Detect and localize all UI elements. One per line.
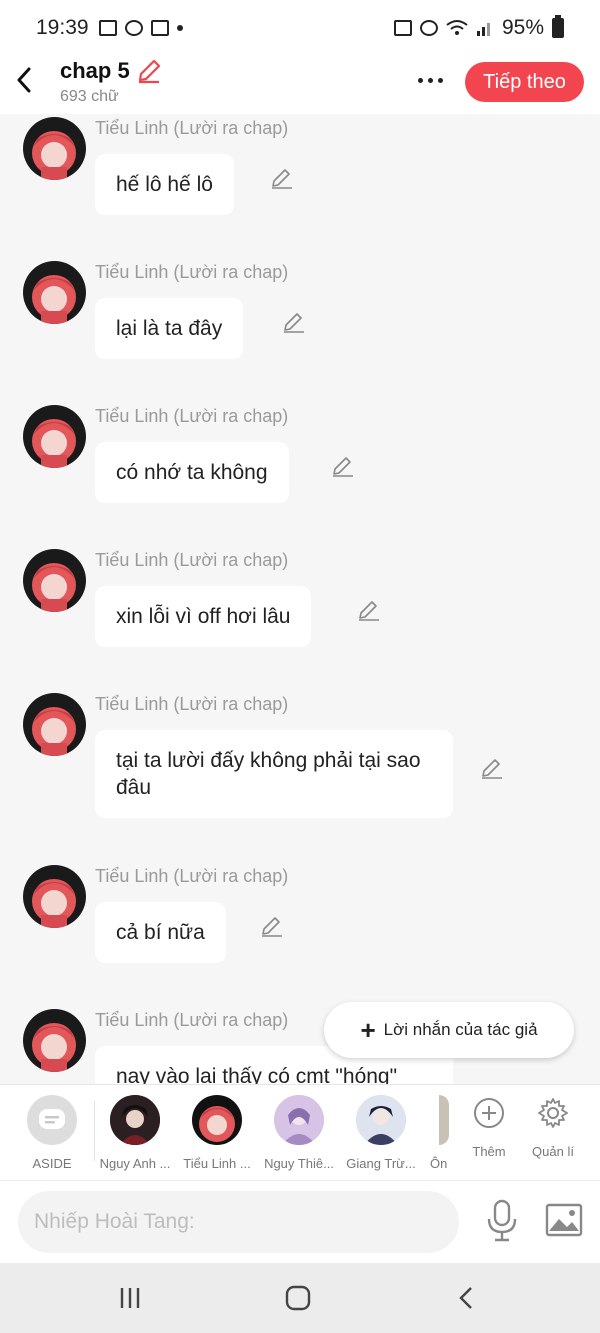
cell-signal-icon <box>476 23 490 36</box>
add-character-button[interactable]: Thêm <box>454 1097 524 1159</box>
character-nguy-thien[interactable]: Nguy Thiê... <box>259 1095 339 1171</box>
signal-app-icon <box>150 20 169 36</box>
avatar[interactable] <box>23 549 86 612</box>
avatar <box>110 1095 160 1145</box>
back-icon <box>17 67 31 93</box>
sender-name: Tiểu Linh (Lười ra chap) <box>95 1010 289 1030</box>
character-label: Nguy Anh ... <box>99 1156 171 1171</box>
author-note-button[interactable]: + Lời nhắn của tác giả <box>324 1002 574 1058</box>
message-bubble[interactable]: cả bí nữa <box>95 902 226 963</box>
status-notification-icons <box>98 20 183 36</box>
character-tieu-linh[interactable]: Tiểu Linh ... <box>177 1095 257 1171</box>
edit-icon[interactable] <box>260 914 284 938</box>
character-bar: ASIDE Nguy Anh ... Tiểu Linh ... Nguy Th… <box>0 1084 600 1180</box>
avatar[interactable] <box>23 261 86 324</box>
sender-name: Tiểu Linh (Lười ra chap) <box>95 406 289 426</box>
edit-icon[interactable] <box>282 310 306 334</box>
character-aside[interactable]: ASIDE <box>12 1095 92 1171</box>
alarm-icon <box>419 20 438 36</box>
input-bar: Nhiếp Hoài Tang: <box>0 1180 600 1263</box>
chapter-header: chap 5 693 chữ Tiếp theo <box>0 56 600 114</box>
word-count: 693 chữ <box>60 88 119 105</box>
message-bubble[interactable]: lại là ta đây <box>95 298 244 359</box>
manage-button[interactable]: Quản lí <box>518 1097 588 1159</box>
add-label: Thêm <box>472 1144 506 1159</box>
more-button[interactable] <box>410 66 450 94</box>
mic-icon[interactable] <box>484 1199 520 1243</box>
system-nav-bar <box>0 1263 600 1333</box>
author-note-label: Lời nhắn của tác giả <box>383 1020 538 1039</box>
gallery-icon <box>98 20 117 36</box>
avatar <box>192 1095 242 1145</box>
edit-icon[interactable] <box>480 756 504 780</box>
sender-name: Tiểu Linh (Lười ra chap) <box>95 866 289 886</box>
sender-name: Tiểu Linh (Lười ra chap) <box>95 118 289 138</box>
character-label: Ôn <box>430 1156 448 1171</box>
battery-saver-icon <box>393 20 412 36</box>
character-label: Giang Trừ... <box>346 1156 416 1171</box>
pencil-icon[interactable] <box>136 58 162 84</box>
avatar[interactable] <box>23 693 86 756</box>
gear-icon <box>538 1098 568 1128</box>
manage-label: Quản lí <box>532 1144 574 1159</box>
avatar[interactable] <box>23 1009 86 1072</box>
chat-area[interactable]: Tiểu Linh (Lười ra chap) hế lô hế lô Tiể… <box>0 114 600 1084</box>
add-circle-icon <box>474 1098 504 1128</box>
battery-percent: 95% <box>501 16 544 39</box>
image-icon[interactable] <box>545 1201 583 1239</box>
edit-icon[interactable] <box>331 454 355 478</box>
avatar <box>439 1095 449 1145</box>
more-icon <box>417 77 423 83</box>
dot-icon <box>176 25 183 31</box>
message-bubble[interactable]: hế lô hế lô <box>95 154 234 215</box>
wifi-icon <box>446 20 468 35</box>
character-giang-trung[interactable]: Giang Trừ... <box>341 1095 421 1171</box>
edit-icon[interactable] <box>357 598 381 622</box>
character-nguy-anh[interactable]: Nguy Anh ... <box>95 1095 175 1171</box>
character-label: Tiểu Linh ... <box>183 1156 251 1171</box>
avatar[interactable] <box>23 117 86 180</box>
message-bubble[interactable]: tại ta lười đấy không phải tại sao đâu <box>95 730 453 818</box>
plus-icon: + <box>360 1015 376 1045</box>
chapter-title[interactable]: chap 5 <box>60 58 162 84</box>
home-icon <box>285 1285 311 1311</box>
recent-apps-icon <box>120 1288 140 1308</box>
next-chapter-button[interactable]: Tiếp theo <box>465 62 584 102</box>
aside-icon <box>27 1095 77 1145</box>
message-bubble[interactable]: có nhớ ta không <box>95 442 289 503</box>
avatar <box>356 1095 406 1145</box>
system-back-icon <box>459 1287 472 1309</box>
sender-name: Tiểu Linh (Lười ra chap) <box>95 694 289 714</box>
sender-name: Tiểu Linh (Lười ra chap) <box>95 550 289 570</box>
recent-apps-button[interactable] <box>115 1283 145 1313</box>
message-bubble[interactable]: xin lỗi vì off hơi lâu <box>95 586 312 647</box>
status-right-icons: 95% <box>393 15 564 40</box>
character-label: Nguy Thiê... <box>264 1156 334 1171</box>
message-input[interactable]: Nhiếp Hoài Tang: <box>18 1191 459 1253</box>
chapter-title-text: chap 5 <box>60 58 130 83</box>
character-on[interactable]: Ôn <box>411 1095 451 1171</box>
avatar <box>274 1095 324 1145</box>
avatar[interactable] <box>23 865 86 928</box>
sender-name: Tiểu Linh (Lười ra chap) <box>95 262 289 282</box>
avatar[interactable] <box>23 405 86 468</box>
back-button[interactable] <box>10 64 38 96</box>
character-label: ASIDE <box>32 1156 72 1171</box>
owl-icon <box>124 20 143 36</box>
home-button[interactable] <box>283 1283 313 1313</box>
status-time: 19:39 <box>36 16 89 39</box>
status-bar: 19:39 95% <box>0 0 600 56</box>
battery-icon <box>552 15 564 38</box>
system-back-button[interactable] <box>454 1283 478 1313</box>
edit-icon[interactable] <box>270 166 294 190</box>
